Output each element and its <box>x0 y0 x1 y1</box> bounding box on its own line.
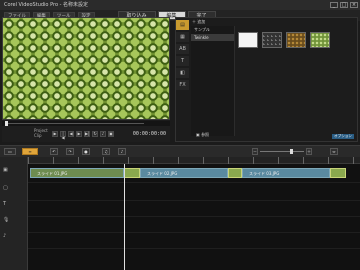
prev-frame-icon[interactable]: ◀ <box>68 131 74 137</box>
record-icon[interactable]: ● <box>82 148 90 155</box>
end-icon[interactable]: ▶| <box>84 131 90 137</box>
timeline-view-icon[interactable]: ≡ <box>22 148 38 155</box>
instant-project-icon[interactable]: ▦ <box>176 32 189 42</box>
transition-1[interactable] <box>124 168 140 178</box>
storyboard-view-icon[interactable]: ▭ <box>4 148 16 155</box>
thumb-image-3[interactable] <box>310 32 330 48</box>
voice-track-icon[interactable]: 🎙 <box>3 217 9 223</box>
library-tree: サンプル Twinkle <box>191 26 235 136</box>
minimize-icon[interactable]: _ <box>330 2 338 8</box>
title-bar: Corel VideoStudio Pro - 名称未設定 _ □ × <box>0 0 360 10</box>
zoom-out-icon[interactable]: － <box>252 148 258 155</box>
preview-window <box>2 17 170 120</box>
library-panel: ▤ ▦ AB T ◧ FX ＋ 追加 サンプル Twinkle ▣ 参照 オプシ… <box>175 17 358 142</box>
thumb-image-2[interactable] <box>286 32 306 48</box>
thumb-image-1[interactable] <box>262 32 282 48</box>
timecode-readout[interactable]: 00:00:00:00 <box>133 131 166 137</box>
zoom-handle[interactable] <box>290 149 293 154</box>
close-icon[interactable]: × <box>350 2 358 8</box>
home-icon[interactable]: |◀ <box>60 131 66 140</box>
zoom-in-icon[interactable]: ＋ <box>306 148 312 155</box>
media-icon[interactable]: ▤ <box>176 20 189 30</box>
volume-icon[interactable]: ♪ <box>100 131 106 137</box>
mode-labels: Project Clip <box>34 128 48 138</box>
undo-icon[interactable]: ↶ <box>50 148 58 155</box>
window-title: Corel VideoStudio Pro - 名称未設定 <box>4 2 88 8</box>
timeline-ruler[interactable] <box>28 157 360 164</box>
redo-icon[interactable]: ↷ <box>66 148 74 155</box>
tree-item-samples[interactable]: サンプル <box>191 26 234 34</box>
fullscreen-icon[interactable]: ▣ <box>108 131 114 137</box>
filter-icon[interactable]: FX <box>176 80 189 90</box>
timeline-tracks: スライド 01.JPG スライド 02.JPG スライド 03.JPG <box>28 164 360 270</box>
fit-to-window-icon[interactable]: ⇔ <box>330 148 338 155</box>
play-icon[interactable]: ▶ <box>52 131 58 137</box>
clip-mode-label[interactable]: Clip <box>34 133 48 138</box>
browse-row[interactable]: ▣ 参照 <box>196 132 209 138</box>
video-track-icon[interactable]: ▣ <box>3 167 9 173</box>
add-label: 追加 <box>197 19 206 24</box>
clip-slide-01[interactable]: スライド 01.JPG <box>30 168 124 178</box>
track-headers: ▣ ▢ T 🎙 ♪ <box>0 157 28 270</box>
thumbnail-grid <box>238 32 356 50</box>
scrub-track[interactable] <box>8 123 144 124</box>
music-track-icon[interactable]: ♪ <box>3 233 9 239</box>
maximize-icon[interactable]: □ <box>340 2 348 8</box>
options-badge[interactable]: オプション <box>332 134 354 139</box>
timeline-toolbar: ▭ ≡ ↶ ↷ ● ♫ ♪ － ＋ ⇔ <box>0 145 360 157</box>
tree-item-twinkle[interactable]: Twinkle <box>191 34 234 41</box>
playhead[interactable] <box>124 164 125 270</box>
thumb-white[interactable] <box>238 32 258 48</box>
repeat-icon[interactable]: ↻ <box>92 131 98 137</box>
clip-slide-03[interactable]: スライド 03.JPG <box>242 168 330 178</box>
add-folder-row[interactable]: ＋ 追加 <box>192 19 205 25</box>
audio-mixer-icon[interactable]: ♫ <box>102 148 110 155</box>
title-icon[interactable]: T <box>176 56 189 66</box>
browse-label: 参照 <box>201 132 210 137</box>
transition-2[interactable] <box>228 168 242 178</box>
next-frame-icon[interactable]: ▶ <box>76 131 82 137</box>
auto-music-icon[interactable]: ♪ <box>118 148 126 155</box>
transition-3[interactable] <box>330 168 346 178</box>
clip-slide-02[interactable]: スライド 02.JPG <box>140 168 228 178</box>
graphic-icon[interactable]: ◧ <box>176 68 189 78</box>
transition-icon[interactable]: AB <box>176 44 189 54</box>
zoom-slider[interactable] <box>260 151 304 152</box>
playback-controls: Project Clip ▶ |◀ ◀ ▶ ▶| ↻ ♪ ▣ 00:00:00:… <box>2 126 170 142</box>
title-track-icon[interactable]: T <box>3 201 9 207</box>
overlay-track-icon[interactable]: ▢ <box>3 185 9 191</box>
